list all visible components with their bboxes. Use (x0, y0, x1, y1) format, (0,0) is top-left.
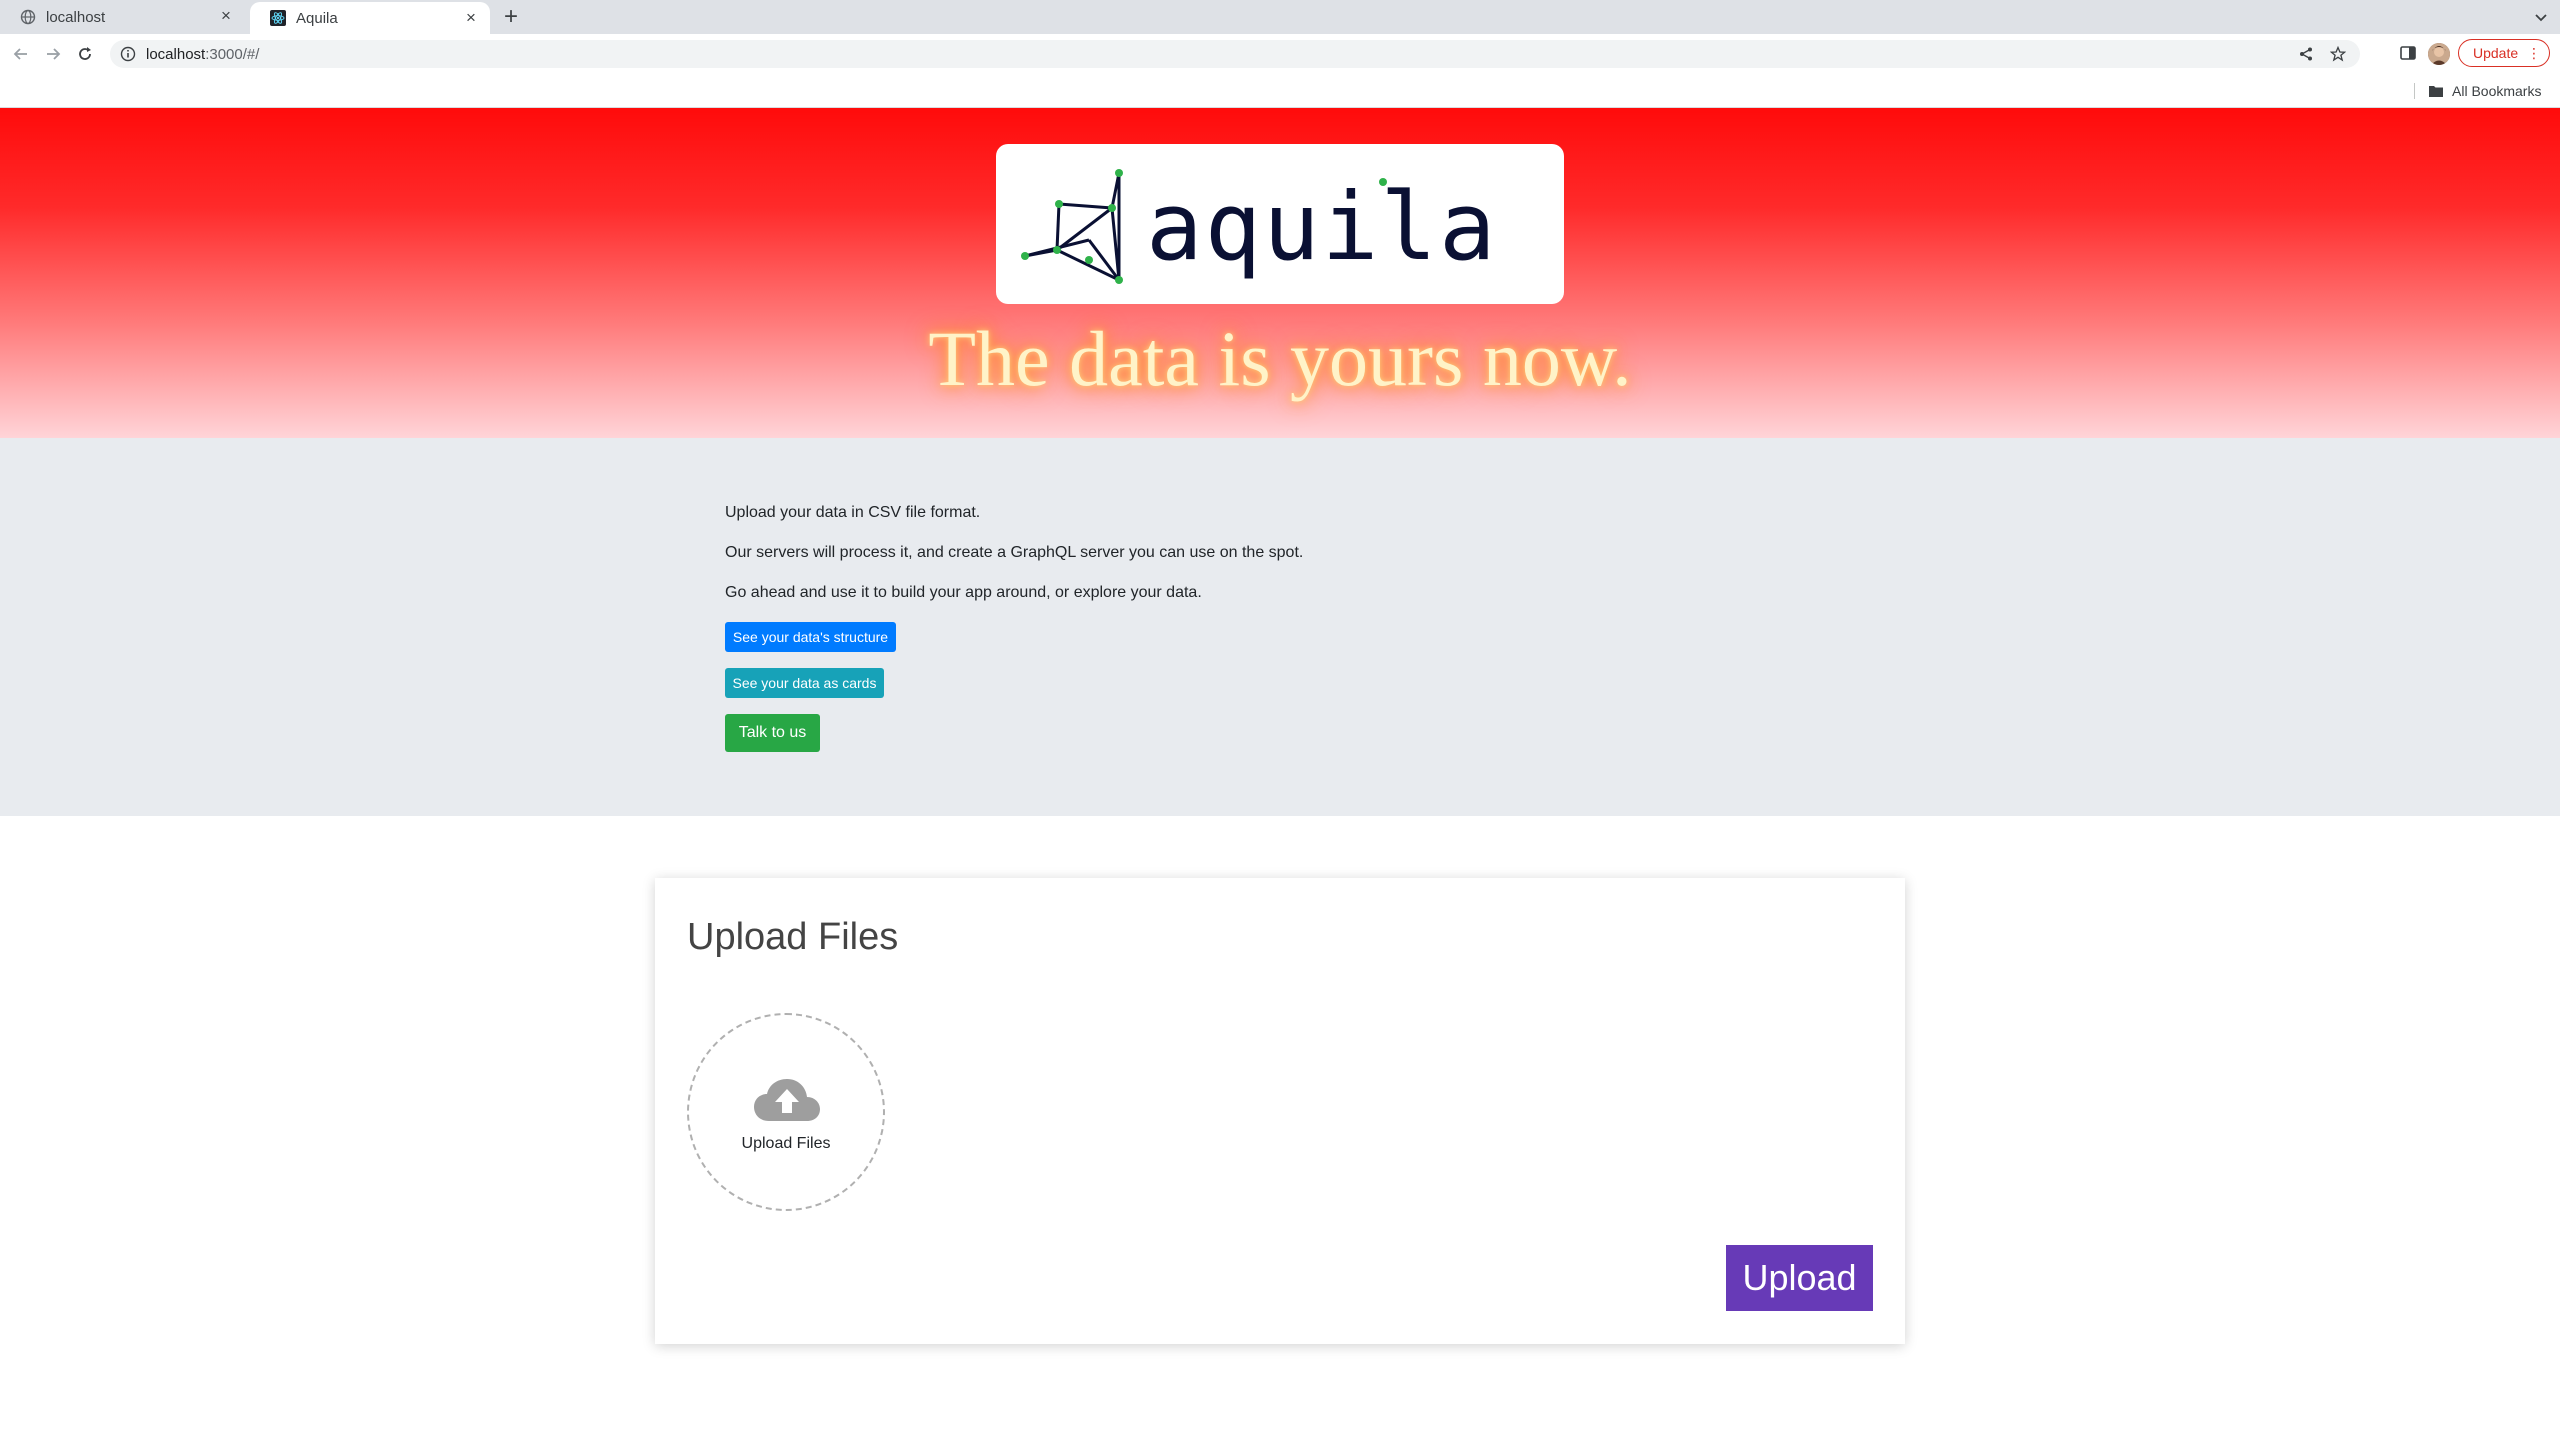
tagline: The data is yours now. (928, 315, 1632, 402)
update-button[interactable]: Update ⋮ (2458, 39, 2550, 67)
url-path: :3000/#/ (205, 45, 260, 63)
close-icon[interactable]: × (462, 9, 480, 27)
dropzone-label: Upload Files (741, 1135, 831, 1152)
upload-title: Upload Files (687, 916, 899, 958)
back-icon[interactable] (10, 43, 32, 65)
forward-icon[interactable] (42, 43, 64, 65)
plus-icon[interactable]: + (498, 4, 524, 30)
tab-aquila[interactable]: Aquila × (250, 2, 490, 34)
avatar[interactable] (2428, 43, 2450, 65)
chevron-down-icon[interactable] (2530, 6, 2552, 28)
hero-banner: aquila The data is yours now. (0, 108, 2560, 438)
bookmarks-divider (2414, 83, 2415, 99)
browser-toolbar: localhost:3000/#/ Update ⋮ (0, 34, 2560, 74)
react-icon (270, 10, 286, 26)
close-icon[interactable]: × (217, 7, 235, 25)
talk-to-us-button[interactable]: Talk to us (725, 714, 820, 752)
cloud-upload-icon (753, 1077, 821, 1123)
update-label: Update (2473, 45, 2519, 61)
tab-strip: localhost × Aquila × + (0, 0, 2560, 34)
url-host: localhost (146, 45, 206, 63)
intro-line-1: Upload your data in CSV file format. (725, 504, 981, 521)
bookmarks-bar: All Bookmarks (0, 74, 2560, 108)
all-bookmarks-label: All Bookmarks (2452, 83, 2542, 99)
tab-title: Aquila (296, 9, 338, 27)
file-dropzone[interactable]: Upload Files (687, 1013, 885, 1211)
reload-icon[interactable] (74, 43, 96, 65)
see-cards-button[interactable]: See your data as cards (725, 668, 884, 698)
address-bar[interactable]: localhost:3000/#/ (110, 40, 2360, 68)
aquila-logo: aquila (996, 144, 1564, 304)
globe-icon (20, 9, 36, 25)
tab-localhost[interactable]: localhost × (0, 0, 245, 34)
intro-line-2: Our servers will process it, and create … (725, 544, 1304, 561)
folder-icon (2428, 84, 2444, 98)
all-bookmarks-button[interactable]: All Bookmarks (2428, 81, 2541, 101)
share-icon[interactable] (2298, 46, 2314, 62)
tab-title: localhost (46, 8, 106, 26)
see-structure-button[interactable]: See your data's structure (725, 622, 896, 652)
more-icon: ⋮ (2527, 45, 2541, 61)
star-icon[interactable] (2329, 45, 2347, 62)
intro-section: Upload your data in CSV file format. Our… (0, 438, 2560, 816)
intro-line-3: Go ahead and use it to build your app ar… (725, 584, 1202, 601)
logo-wordmark: aquila (1146, 173, 1498, 282)
upload-button[interactable]: Upload (1726, 1245, 1873, 1311)
info-icon[interactable] (120, 46, 136, 62)
side-panel-icon[interactable] (2398, 43, 2418, 63)
upload-card: Upload Files Upload Files Upload (655, 878, 1905, 1344)
